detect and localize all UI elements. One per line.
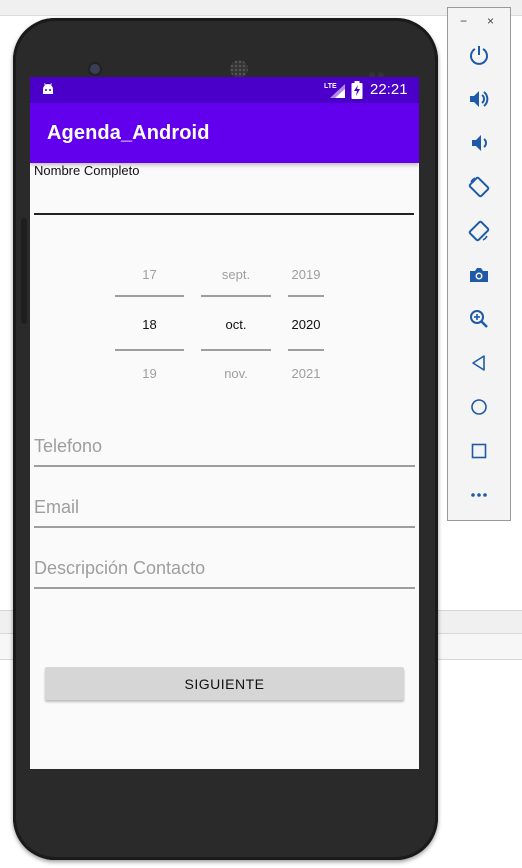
host-window-strip: [0, 0, 522, 16]
email-input[interactable]: [34, 488, 415, 528]
year-selected[interactable]: 2020: [288, 317, 324, 332]
back-icon: [472, 355, 485, 371]
zoom-icon: [470, 310, 488, 328]
minimize-icon[interactable]: −: [460, 14, 467, 28]
volume-down-button[interactable]: [466, 130, 492, 156]
day-prev[interactable]: 17: [115, 267, 184, 282]
more-icon: [471, 493, 487, 497]
year-prev[interactable]: 2019: [288, 267, 324, 282]
camera-icon: [470, 268, 488, 282]
power-button[interactable]: [466, 42, 492, 68]
description-input[interactable]: [34, 549, 415, 589]
side-button[interactable]: [21, 218, 27, 324]
back-button[interactable]: [466, 350, 492, 376]
status-clock: 22:21: [370, 81, 408, 98]
close-icon[interactable]: ×: [487, 14, 494, 28]
full-name-label: Nombre Completo: [34, 163, 140, 178]
emulator-toolbar: − ×: [447, 7, 511, 521]
zoom-button[interactable]: [466, 306, 492, 332]
month-next[interactable]: nov.: [201, 366, 271, 381]
more-button[interactable]: [466, 482, 492, 508]
app-bar: Agenda_Android: [30, 103, 419, 163]
volume-up-button[interactable]: [466, 86, 492, 112]
rotate-left-button[interactable]: [466, 174, 492, 200]
volume-down-icon: [472, 135, 487, 151]
rotate-right-icon: [468, 220, 490, 242]
day-divider-top: [115, 295, 184, 297]
year-spinner[interactable]: 2019 2020 2021: [288, 257, 324, 387]
month-prev[interactable]: sept.: [201, 267, 271, 282]
device-screen: LTE 22:21 Agenda_Android Nombre Completo…: [30, 77, 419, 769]
month-divider-top: [201, 295, 271, 297]
day-selected[interactable]: 18: [115, 317, 184, 332]
home-button[interactable]: [466, 394, 492, 420]
home-icon: [471, 399, 487, 415]
front-camera: [90, 64, 100, 74]
month-selected[interactable]: oct.: [201, 317, 271, 332]
day-next[interactable]: 19: [115, 366, 184, 381]
overview-icon: [471, 443, 487, 459]
rotate-left-icon: [468, 176, 490, 198]
lte-text: LTE: [324, 83, 337, 90]
phone-input[interactable]: [34, 427, 415, 467]
proximity-sensor: [369, 65, 389, 78]
volume-up-icon: [470, 91, 489, 107]
app-title: Agenda_Android: [47, 122, 210, 144]
month-divider-bottom: [201, 349, 271, 351]
next-button[interactable]: SIGUIENTE: [45, 667, 404, 700]
battery-charging-icon: [351, 81, 363, 99]
status-bar: LTE 22:21: [30, 77, 419, 103]
year-divider-top: [288, 295, 324, 297]
lte-signal-icon: LTE: [324, 83, 345, 98]
month-spinner[interactable]: sept. oct. nov.: [201, 257, 271, 387]
rotate-right-button[interactable]: [466, 218, 492, 244]
full-name-input[interactable]: [34, 179, 414, 215]
day-spinner[interactable]: 17 18 19: [115, 257, 184, 387]
earpiece-speaker: [230, 60, 248, 78]
year-divider-bottom: [288, 349, 324, 351]
overview-button[interactable]: [466, 438, 492, 464]
screenshot-button[interactable]: [466, 262, 492, 288]
power-icon: [470, 46, 488, 65]
android-icon: [43, 83, 53, 94]
year-next[interactable]: 2021: [288, 366, 324, 381]
day-divider-bottom: [115, 349, 184, 351]
